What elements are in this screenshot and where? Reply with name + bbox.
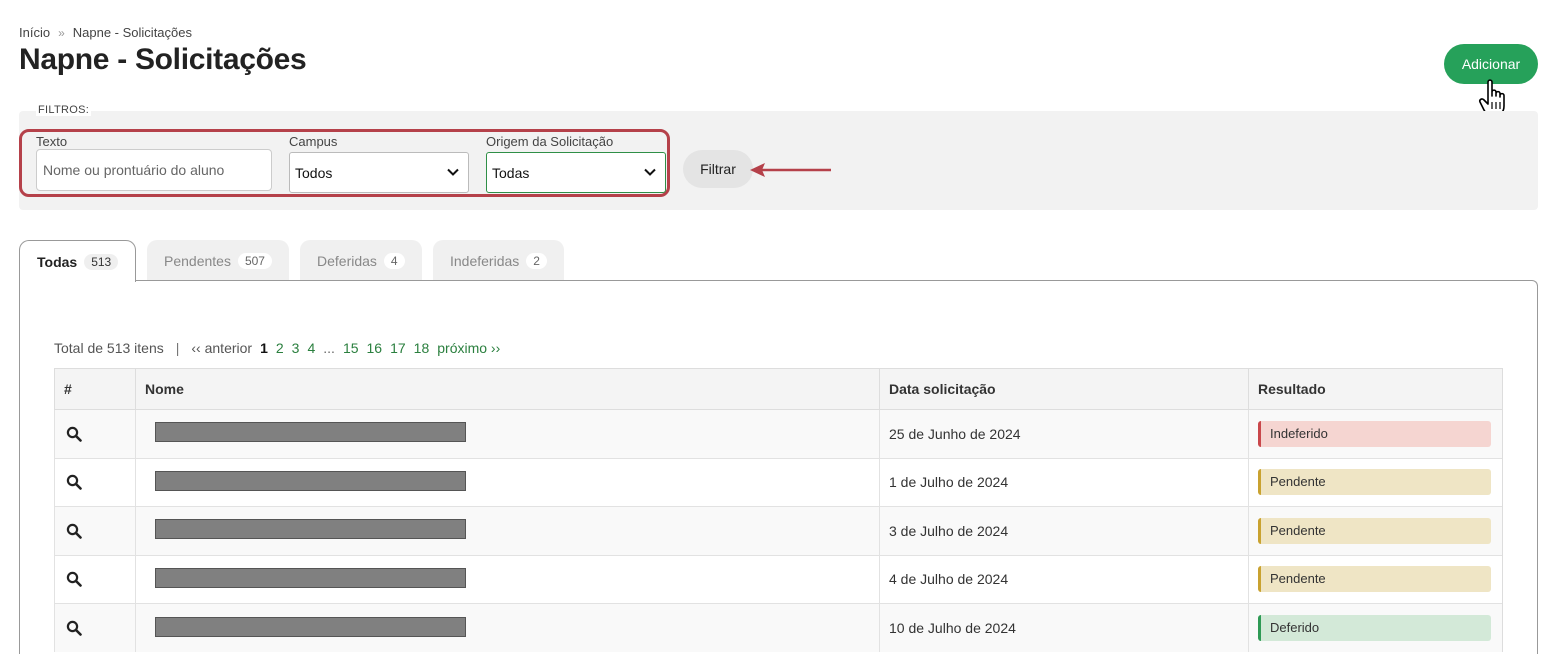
view-cell[interactable] [54, 409, 136, 458]
result-cell: Deferido [1248, 603, 1503, 652]
status-badge: Indeferido [1258, 420, 1491, 447]
table-row: 10 de Julho de 2024 Deferido [54, 603, 1503, 652]
tab-label: Deferidas [317, 252, 377, 269]
redacted-name [155, 519, 466, 540]
redacted-name [155, 422, 466, 443]
name-cell [135, 603, 880, 652]
view-cell[interactable] [54, 457, 136, 507]
date-cell: 10 de Julho de 2024 [879, 603, 1249, 652]
name-cell [135, 506, 880, 555]
tab-count-badge: 2 [526, 252, 547, 269]
tab-todas[interactable]: Todas 513 [19, 240, 137, 282]
text-filter-input[interactable] [36, 149, 272, 191]
filter-button[interactable]: Filtrar [683, 150, 753, 188]
pagination: Total de 513 itens | ‹‹ anterior 1 2 3 4… [54, 340, 500, 356]
pagination-separator: | [175, 340, 180, 356]
status-badge: Pendente [1258, 566, 1491, 593]
previous-page-link[interactable]: ‹‹ anterior [191, 340, 252, 356]
origin-select-value: Todas [492, 164, 530, 181]
tab-deferidas[interactable]: Deferidas 4 [300, 240, 422, 281]
view-cell[interactable] [54, 603, 136, 652]
name-cell [135, 409, 880, 458]
search-icon[interactable] [66, 620, 82, 636]
result-cell: Pendente [1248, 457, 1503, 507]
tab-label: Pendentes [164, 252, 231, 269]
page-title: Napne - Solicitações [19, 43, 307, 76]
tab-label: Indeferidas [450, 252, 520, 269]
page-link[interactable]: 2 [276, 340, 284, 356]
page-link[interactable]: 16 [367, 340, 383, 356]
name-cell [135, 457, 880, 507]
search-icon[interactable] [66, 426, 82, 442]
search-icon[interactable] [66, 474, 82, 491]
breadcrumb-separator-icon: » [58, 25, 65, 40]
tab-count-badge: 513 [84, 253, 119, 270]
origin-filter-label: Origem da Solicitação [486, 134, 614, 149]
breadcrumb-home-link[interactable]: Início [19, 25, 50, 40]
chevron-down-icon [644, 168, 656, 176]
page-link[interactable]: 17 [390, 340, 406, 356]
table-row: 3 de Julho de 2024 Pendente [54, 506, 1503, 555]
view-cell[interactable] [54, 554, 136, 604]
chevron-down-icon [447, 168, 459, 176]
page-link[interactable]: 18 [414, 340, 430, 356]
search-icon[interactable] [66, 523, 82, 539]
pagination-ellipsis: ... [323, 340, 335, 356]
result-cell: Pendente [1248, 506, 1503, 555]
date-cell: 3 de Julho de 2024 [879, 506, 1249, 555]
status-badge: Pendente [1258, 469, 1491, 496]
date-cell: 4 de Julho de 2024 [879, 554, 1249, 604]
table-row: 1 de Julho de 2024 Pendente [54, 457, 1503, 507]
requests-table: # Nome Data solicitação Resultado 25 de … [54, 368, 1503, 652]
breadcrumb-current: Napne - Solicitações [72, 25, 192, 40]
next-page-link[interactable]: próximo ›› [437, 340, 500, 356]
table-header-row: # Nome Data solicitação Resultado [54, 368, 1503, 410]
table-row: 4 de Julho de 2024 Pendente [54, 554, 1503, 604]
redacted-name [155, 567, 466, 588]
campus-select-value: Todos [295, 164, 333, 181]
status-badge: Deferido [1258, 615, 1491, 641]
date-cell: 25 de Junho de 2024 [879, 409, 1249, 458]
column-header-index: # [54, 368, 136, 410]
search-icon[interactable] [66, 571, 82, 588]
result-cell: Indeferido [1248, 409, 1503, 458]
page-link[interactable]: 4 [307, 340, 315, 356]
breadcrumb: Início » Napne - Solicitações [19, 25, 192, 40]
table-row: 25 de Junho de 2024 Indeferido [54, 409, 1503, 458]
campus-select[interactable]: Todos [289, 152, 469, 193]
origin-select[interactable]: Todas [486, 152, 666, 193]
text-filter-label: Texto [36, 134, 68, 149]
date-cell: 1 de Julho de 2024 [879, 457, 1249, 507]
column-header-result: Resultado [1248, 368, 1503, 410]
filters-section-label: FILTROS: [36, 104, 92, 116]
result-cell: Pendente [1248, 554, 1503, 604]
column-header-name: Nome [135, 368, 880, 410]
status-badge: Pendente [1258, 517, 1491, 544]
tab-indeferidas[interactable]: Indeferidas 2 [433, 240, 564, 281]
total-items-text: Total de 513 itens [54, 340, 164, 356]
page-link[interactable]: 15 [343, 340, 359, 356]
page-link[interactable]: 3 [292, 340, 300, 356]
page-link-current[interactable]: 1 [260, 340, 268, 356]
redacted-name [155, 616, 466, 637]
tab-pendentes[interactable]: Pendentes 507 [147, 240, 289, 281]
view-cell[interactable] [54, 506, 136, 555]
name-cell [135, 554, 880, 604]
arrow-left-icon [750, 163, 831, 177]
column-header-date: Data solicitação [879, 368, 1249, 410]
tab-count-badge: 4 [383, 252, 405, 269]
tab-count-badge: 507 [237, 252, 272, 269]
redacted-name [155, 470, 466, 491]
campus-filter-label: Campus [289, 134, 338, 149]
tab-label: Todas [37, 253, 78, 270]
